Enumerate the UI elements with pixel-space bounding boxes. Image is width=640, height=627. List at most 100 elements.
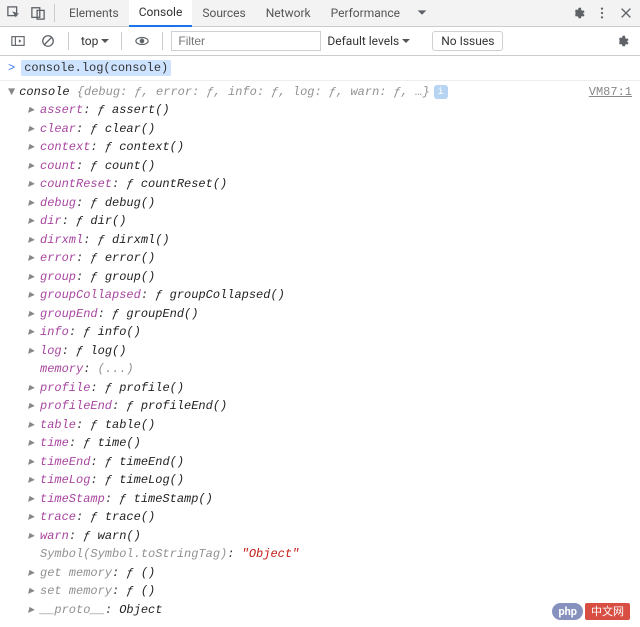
expand-triangle-icon[interactable]: ▸ (28, 564, 38, 583)
expand-triangle-icon[interactable]: ▸ (28, 231, 38, 250)
property-row[interactable]: Symbol(Symbol.toStringTag): "Object" (28, 545, 632, 564)
clear-console-icon[interactable] (36, 29, 60, 53)
expand-triangle-icon[interactable]: ▸ (28, 453, 38, 472)
expand-triangle-icon[interactable]: ▸ (28, 268, 38, 287)
property-row[interactable]: ▸clear: ƒ clear() (28, 120, 632, 139)
expand-triangle-icon[interactable]: ▼ (8, 85, 15, 99)
property-row[interactable]: ▸trace: ƒ trace() (28, 508, 632, 527)
source-link[interactable]: VM87:1 (589, 85, 632, 99)
expand-triangle-icon[interactable]: ▸ (28, 508, 38, 527)
close-icon[interactable] (614, 1, 638, 25)
property-row[interactable]: ▸groupCollapsed: ƒ groupCollapsed() (28, 286, 632, 305)
device-toggle-icon[interactable] (26, 1, 50, 25)
more-tabs-icon[interactable] (410, 1, 434, 25)
expand-triangle-icon[interactable]: ▸ (28, 490, 38, 509)
property-row[interactable]: ▸dirxml: ƒ dirxml() (28, 231, 632, 250)
issues-button[interactable]: No Issues (432, 31, 503, 51)
property-key: countReset (40, 175, 112, 194)
property-value: : ƒ () (112, 582, 155, 601)
property-row[interactable]: memory: (...) (28, 360, 632, 379)
property-key: profile (40, 379, 90, 398)
expand-triangle-icon[interactable]: ▸ (28, 138, 38, 157)
property-row[interactable]: ▸profileEnd: ƒ profileEnd() (28, 397, 632, 416)
expand-triangle-icon[interactable]: ▸ (28, 416, 38, 435)
property-row[interactable]: ▸info: ƒ info() (28, 323, 632, 342)
live-expression-icon[interactable] (130, 29, 154, 53)
expand-triangle-icon[interactable]: ▸ (28, 323, 38, 342)
console-output: ▼ console {debug: ƒ, error: ƒ, info: ƒ, … (0, 81, 640, 627)
expand-triangle-icon[interactable]: ▸ (28, 582, 38, 601)
expand-triangle-icon[interactable]: ▸ (28, 286, 38, 305)
property-row[interactable]: ▸__proto__: Object (28, 601, 632, 620)
tab-network[interactable]: Network (256, 0, 321, 26)
property-row[interactable]: ▸group: ƒ group() (28, 268, 632, 287)
chevron-down-icon (402, 37, 410, 45)
property-value: : ƒ time() (69, 434, 141, 453)
kebab-menu-icon[interactable] (590, 1, 614, 25)
expand-triangle-icon[interactable]: ▸ (28, 434, 38, 453)
property-key: log (40, 342, 62, 361)
expand-triangle-icon[interactable]: ▸ (28, 157, 38, 176)
property-row[interactable]: ▸groupEnd: ƒ groupEnd() (28, 305, 632, 324)
property-row[interactable]: ▸error: ƒ error() (28, 249, 632, 268)
expand-triangle-icon[interactable]: ▸ (28, 175, 38, 194)
property-row[interactable]: ▸assert: ƒ assert() (28, 101, 632, 120)
property-value: : ƒ debug() (76, 194, 155, 213)
tab-console[interactable]: Console (129, 0, 193, 27)
property-row[interactable]: ▸countReset: ƒ countReset() (28, 175, 632, 194)
property-row[interactable]: ▸log: ƒ log() (28, 342, 632, 361)
property-row[interactable]: ▸debug: ƒ debug() (28, 194, 632, 213)
expand-triangle-icon[interactable]: ▸ (28, 601, 38, 620)
property-value: : ƒ dir() (62, 212, 127, 231)
property-value: : ƒ error() (76, 249, 155, 268)
log-levels-selector[interactable]: Default levels (327, 34, 410, 48)
property-row[interactable]: ▸dir: ƒ dir() (28, 212, 632, 231)
console-input-row[interactable]: > console.log(console) (0, 56, 640, 81)
property-key: dir (40, 212, 62, 231)
filter-input[interactable] (171, 31, 321, 51)
tab-sources[interactable]: Sources (192, 0, 255, 26)
inspect-icon[interactable] (2, 1, 26, 25)
expand-triangle-icon[interactable]: ▸ (28, 101, 38, 120)
info-badge-icon[interactable]: i (434, 85, 448, 99)
property-row[interactable]: ▸warn: ƒ warn() (28, 527, 632, 546)
property-row[interactable]: ▸set memory: ƒ () (28, 582, 632, 601)
property-key: time (40, 434, 69, 453)
expand-triangle-icon[interactable]: ▸ (28, 342, 38, 361)
property-row[interactable]: ▸time: ƒ time() (28, 434, 632, 453)
settings-icon[interactable] (566, 1, 590, 25)
expand-triangle-icon[interactable]: ▸ (28, 212, 38, 231)
expand-triangle-icon[interactable]: ▸ (28, 249, 38, 268)
console-settings-icon[interactable] (610, 29, 634, 53)
property-row[interactable]: ▸context: ƒ context() (28, 138, 632, 157)
property-key: profileEnd (40, 397, 112, 416)
expand-triangle-icon[interactable]: ▸ (28, 527, 38, 546)
tab-elements[interactable]: Elements (59, 0, 129, 26)
context-selector[interactable]: top (77, 32, 113, 50)
property-row[interactable]: ▸profile: ƒ profile() (28, 379, 632, 398)
expand-triangle-icon[interactable]: ▸ (28, 194, 38, 213)
property-row[interactable]: ▸timeStamp: ƒ timeStamp() (28, 490, 632, 509)
property-value: : ƒ trace() (76, 508, 155, 527)
property-value: : ƒ assert() (83, 101, 169, 120)
property-row[interactable]: ▸table: ƒ table() (28, 416, 632, 435)
property-value: : ƒ table() (76, 416, 155, 435)
tab-performance[interactable]: Performance (321, 0, 410, 26)
expand-triangle-icon[interactable]: ▸ (28, 120, 38, 139)
expand-triangle-icon[interactable]: ▸ (28, 397, 38, 416)
separator (121, 32, 122, 50)
expand-triangle-icon[interactable]: ▸ (28, 379, 38, 398)
object-summary-row[interactable]: ▼ console {debug: ƒ, error: ƒ, info: ƒ, … (8, 85, 632, 99)
property-row[interactable]: ▸timeLog: ƒ timeLog() (28, 471, 632, 490)
property-key: error (40, 249, 76, 268)
property-row[interactable]: ▸count: ƒ count() (28, 157, 632, 176)
expand-triangle-icon[interactable]: ▸ (28, 305, 38, 324)
prompt-chevron-icon: > (8, 61, 15, 75)
property-row[interactable]: ▸get memory: ƒ () (28, 564, 632, 583)
property-value: : ƒ groupEnd() (98, 305, 199, 324)
sidebar-toggle-icon[interactable] (6, 29, 30, 53)
object-preview: {debug: ƒ, error: ƒ, info: ƒ, log: ƒ, wa… (77, 85, 430, 99)
property-value: : ƒ context() (90, 138, 184, 157)
property-row[interactable]: ▸timeEnd: ƒ timeEnd() (28, 453, 632, 472)
expand-triangle-icon[interactable]: ▸ (28, 471, 38, 490)
